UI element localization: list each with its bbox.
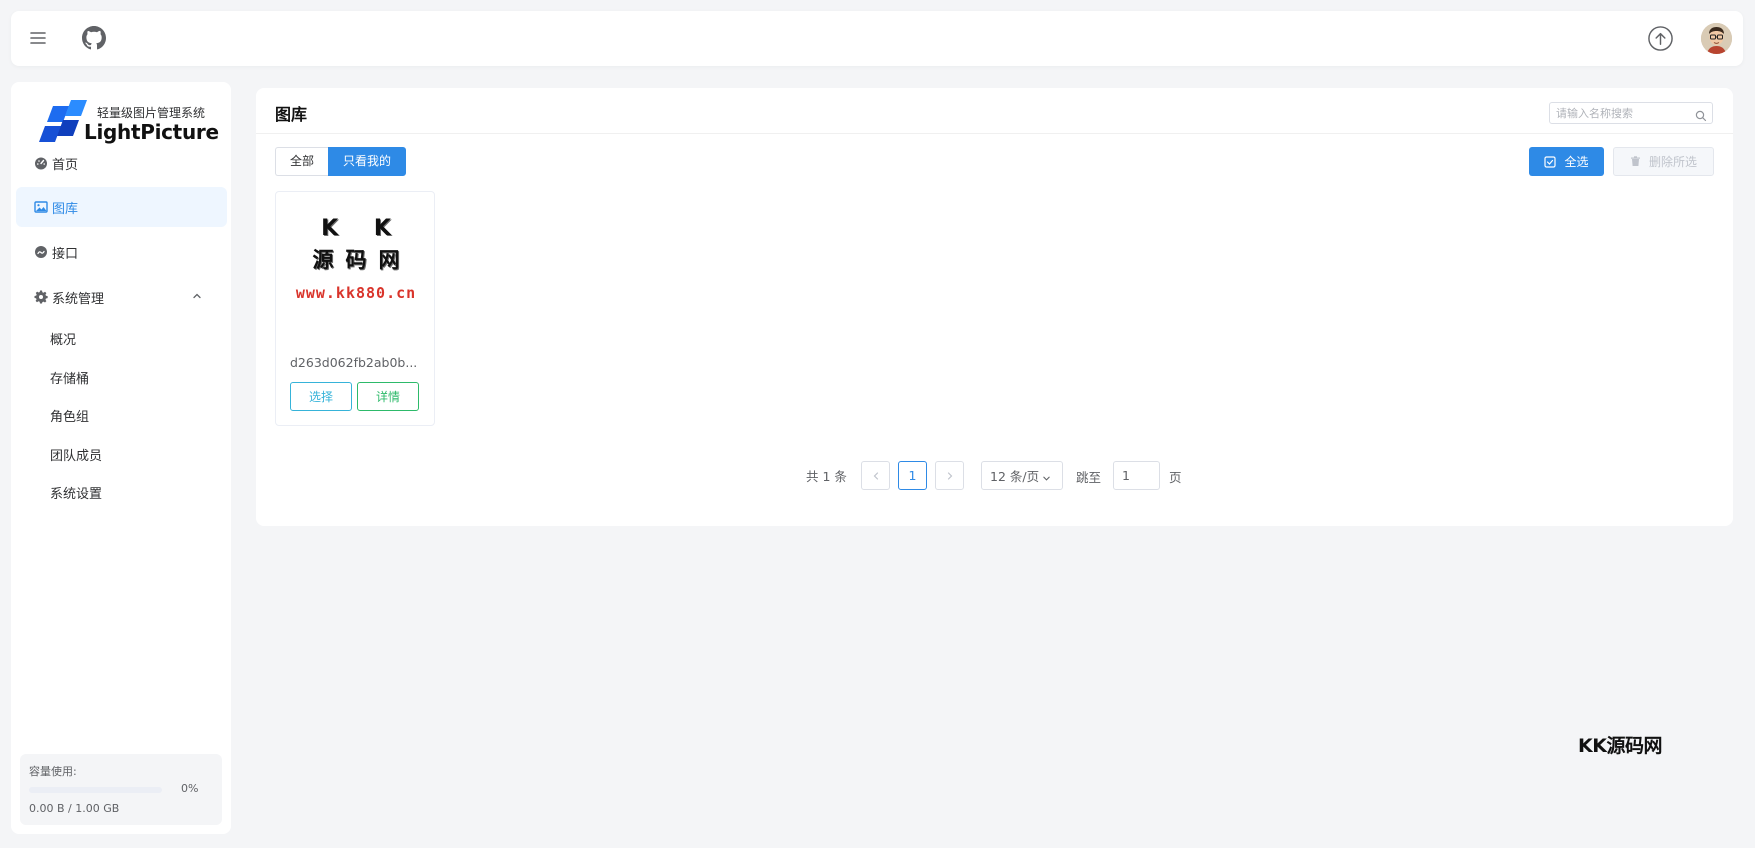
sidebar-item-label: 接口 (52, 246, 79, 262)
image-thumbnail[interactable]: K K 源码网 www.kk880.cn (288, 214, 424, 314)
next-page-button[interactable] (935, 461, 964, 490)
delete-selected-button[interactable]: 删除所选 (1613, 147, 1714, 176)
api-icon (34, 245, 48, 259)
sidebar-item-label: 概况 (50, 332, 77, 348)
filter-toggle: 全部 只看我的 (275, 147, 407, 176)
storage-usage-panel: 容量使用: 0% 0.00 B / 1.00 GB (20, 754, 222, 825)
top-header (11, 11, 1743, 66)
sidebar-sub-buckets[interactable]: 存储桶 (16, 361, 227, 393)
image-detail-button[interactable]: 详情 (357, 382, 419, 411)
sidebar-item-label: 团队成员 (50, 448, 103, 464)
page-size-value: 12 条/页 (990, 469, 1040, 484)
search-input[interactable] (1550, 103, 1690, 123)
thumb-line-2: 源码网 (312, 247, 412, 272)
filter-all-button[interactable]: 全部 (275, 147, 329, 176)
sidebar-item-label: 系统设置 (50, 486, 103, 502)
sidebar-item-home[interactable]: 首页 (16, 143, 227, 183)
upload-circle-icon[interactable] (1647, 25, 1674, 52)
chevron-up-icon (191, 290, 203, 302)
dashboard-icon (34, 156, 48, 170)
sidebar-sub-overview[interactable]: 概况 (16, 322, 227, 354)
usage-size: 0.00 B / 1.00 GB (29, 802, 120, 815)
page-title: 图库 (275, 105, 308, 124)
jump-page-input[interactable] (1113, 461, 1160, 490)
page-suffix-label: 页 (1169, 470, 1182, 485)
sidebar-item-label: 角色组 (50, 409, 90, 425)
chevron-right-icon (947, 471, 952, 480)
sidebar-sub-members[interactable]: 团队成员 (16, 438, 227, 470)
sidebar-item-api[interactable]: 接口 (16, 232, 227, 272)
checkbox-icon (1544, 155, 1557, 168)
image-card: K K 源码网 www.kk880.cn d263d062fb2ab0b... … (275, 191, 435, 426)
panel-header: 图库 (256, 88, 1733, 134)
github-icon[interactable] (82, 26, 106, 50)
search-icon[interactable] (1695, 107, 1707, 122)
user-avatar[interactable] (1701, 23, 1732, 54)
thumb-line-1: K K (321, 216, 405, 241)
sidebar-item-label: 系统管理 (52, 291, 105, 307)
hamburger-icon[interactable] (28, 28, 48, 48)
watermark-text: KK源码网 (1578, 735, 1662, 757)
sidebar-item-label: 图库 (52, 201, 79, 217)
select-all-button[interactable]: 全选 (1529, 147, 1604, 176)
delete-selected-label: 删除所选 (1648, 155, 1697, 169)
sidebar-item-label: 首页 (52, 157, 79, 173)
thumb-line-3: www.kk880.cn (295, 284, 417, 302)
image-icon (34, 200, 48, 214)
prev-page-button[interactable] (861, 461, 890, 490)
sidebar-item-system[interactable]: 系统管理 (16, 277, 227, 317)
usage-percent: 0% (181, 782, 199, 795)
select-image-button[interactable]: 选择 (290, 382, 352, 411)
select-all-label: 全选 (1564, 155, 1589, 169)
gallery-panel: 图库 全部 只看我的 全选 删除所选 K K 源码网 www.kk880.cn … (256, 88, 1733, 526)
image-filename: d263d062fb2ab0b... (290, 355, 418, 370)
search-box (1549, 102, 1713, 124)
pagination-total: 共 1 条 (806, 469, 847, 484)
chevron-down-icon (1042, 471, 1051, 481)
sidebar: 轻量级图片管理系统 LightPicture 首页 图库 接口 系统管理 概况 … (11, 82, 231, 834)
usage-label: 容量使用: (29, 765, 77, 778)
sidebar-item-label: 存储桶 (50, 371, 90, 387)
trash-icon (1630, 156, 1641, 167)
chevron-left-icon (873, 471, 878, 480)
jump-label: 跳至 (1076, 470, 1102, 485)
sidebar-sub-settings[interactable]: 系统设置 (16, 476, 227, 508)
sidebar-item-gallery[interactable]: 图库 (16, 187, 227, 227)
filter-mine-button[interactable]: 只看我的 (328, 147, 407, 176)
page-size-select[interactable]: 12 条/页 (981, 461, 1063, 490)
logo-tagline: 轻量级图片管理系统 (97, 106, 206, 120)
page-number-button[interactable]: 1 (898, 461, 927, 490)
logo-brand: LightPicture (84, 120, 219, 144)
sidebar-sub-roles[interactable]: 角色组 (16, 399, 227, 431)
gear-icon (34, 290, 48, 304)
pagination: 共 1 条 1 12 条/页 跳至 页 (256, 460, 1733, 490)
usage-progress-bar (29, 787, 162, 793)
